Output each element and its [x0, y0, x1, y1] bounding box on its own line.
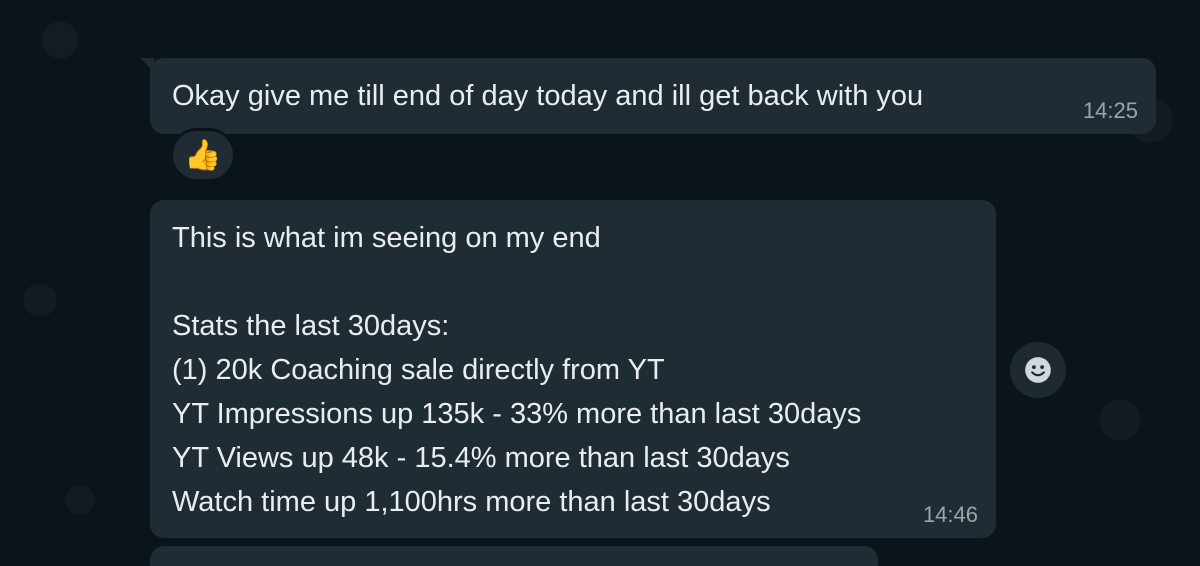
- reaction-button[interactable]: [1010, 342, 1066, 398]
- message-time: 14:46: [922, 502, 978, 527]
- message-bubble-partial[interactable]: [150, 546, 878, 566]
- message-bubble[interactable]: Okay give me till end of day today and i…: [140, 58, 1156, 134]
- smiley-icon: [1025, 357, 1051, 383]
- reaction-badge[interactable]: 👍: [170, 128, 236, 182]
- thumbs-up-icon: 👍: [184, 138, 222, 172]
- bubble-tail: [140, 58, 154, 72]
- message-text: This is what im seeing on my end Stats t…: [172, 222, 862, 518]
- message-text: Okay give me till end of day today and i…: [172, 80, 924, 112]
- message-time: 14:25: [1082, 98, 1138, 123]
- message-bubble[interactable]: This is what im seeing on my end Stats t…: [150, 200, 996, 538]
- chat-area: Okay give me till end of day today and i…: [0, 0, 1200, 566]
